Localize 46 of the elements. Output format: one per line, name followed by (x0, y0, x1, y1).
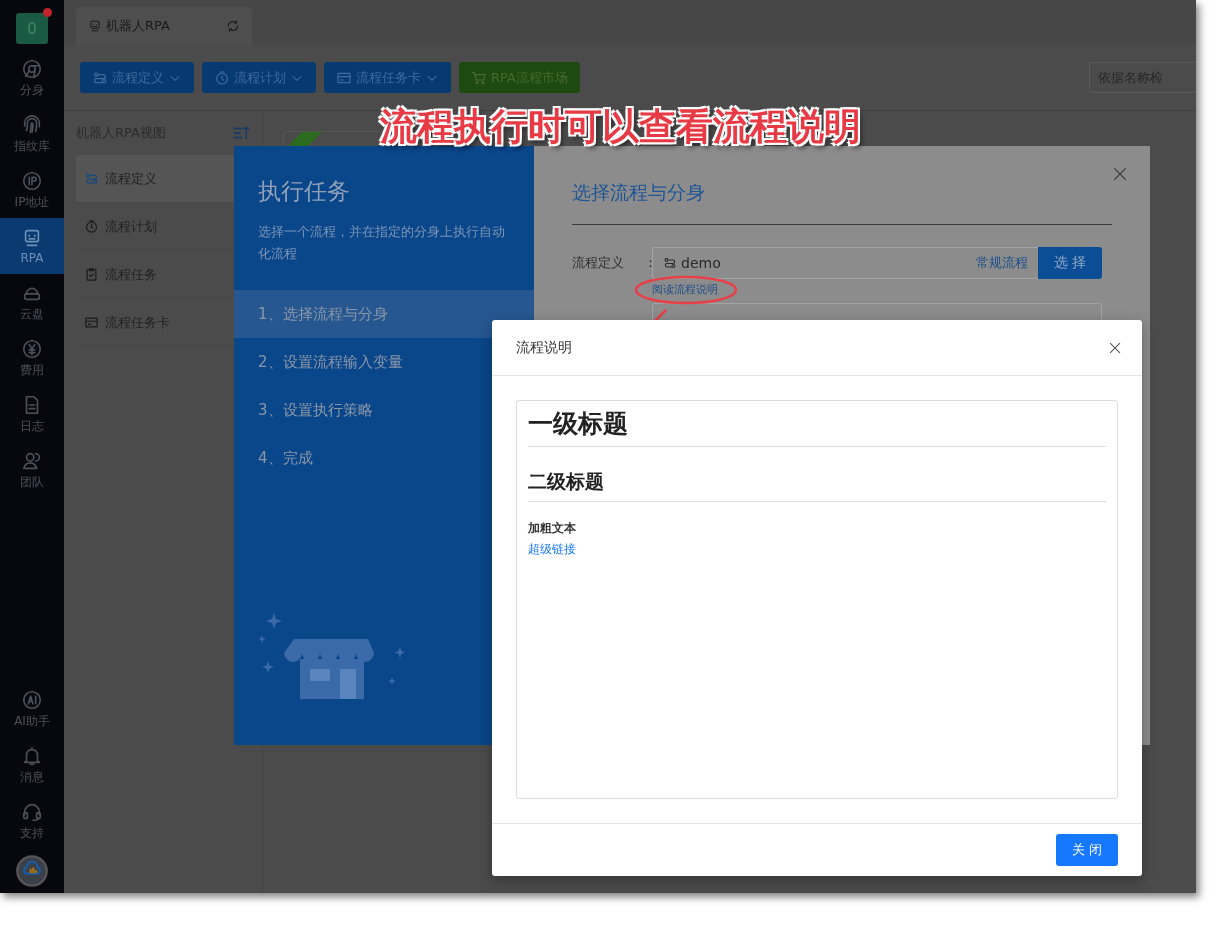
flow-icon (84, 171, 99, 186)
timer-icon (214, 69, 230, 86)
select-button[interactable]: 选 择 (1038, 247, 1102, 279)
section-title: 选择流程与分身 (572, 180, 1112, 225)
subheading: 二级标题 (528, 469, 1106, 502)
field-label: 流程定义 (572, 254, 625, 272)
sidebar-item[interactable]: AI助手 (0, 681, 64, 737)
yen-icon (21, 337, 43, 360)
flow-select-field[interactable]: demo (652, 247, 976, 279)
ai-icon (21, 688, 43, 711)
cart-icon (471, 69, 487, 86)
ip-icon (21, 169, 43, 192)
sidebar-item[interactable]: 费用 (0, 330, 64, 386)
sort-icon (232, 124, 250, 142)
sidebar-item[interactable]: 云盘 (0, 274, 64, 330)
bell-icon (21, 744, 43, 767)
robot-icon (88, 19, 102, 33)
sidebar-item[interactable]: RPA (0, 218, 64, 274)
close-button[interactable]: 关 闭 (1055, 834, 1118, 866)
step-item[interactable]: 1、选择流程与分身 (234, 290, 534, 338)
sidebar-item[interactable]: 指纹库 (0, 106, 64, 162)
dialog-title: 执行任务 (257, 177, 351, 206)
sidebar-item[interactable]: 分身 (0, 50, 64, 106)
browser-icon (21, 57, 43, 80)
close-icon[interactable] (1108, 340, 1122, 355)
hyperlink[interactable]: 超级链接 (528, 541, 1106, 558)
sidebar-item[interactable]: IP地址 (0, 162, 64, 218)
sidebar-item[interactable]: 消息 (0, 737, 64, 793)
flow-icon (663, 256, 677, 270)
refresh-icon (226, 19, 240, 33)
timer-icon (84, 219, 99, 234)
bold-text: 加粗文本 (528, 520, 577, 537)
sidebar-item[interactable]: 日志 (0, 386, 64, 442)
close-icon[interactable] (1112, 166, 1128, 182)
read-description-link[interactable]: 阅读流程说明 (652, 282, 1112, 297)
fingerprint-icon (21, 113, 43, 136)
cloud-logo-icon (16, 855, 48, 887)
colon: ： (644, 254, 652, 272)
dialog-title: 流程说明 (516, 338, 572, 357)
heading: 一级标题 (528, 407, 1106, 447)
clipboard-icon (84, 267, 99, 282)
dialog-description: 选择一个流程，并在指定的分身上执行自动化流程 (257, 223, 506, 263)
sidebar-item[interactable]: 支持 (0, 793, 64, 849)
annotation-caption: 流程执行时可以查看流程说明 (380, 104, 861, 150)
sidebar-item[interactable]: 团队 (0, 442, 64, 498)
card-icon (84, 315, 99, 330)
